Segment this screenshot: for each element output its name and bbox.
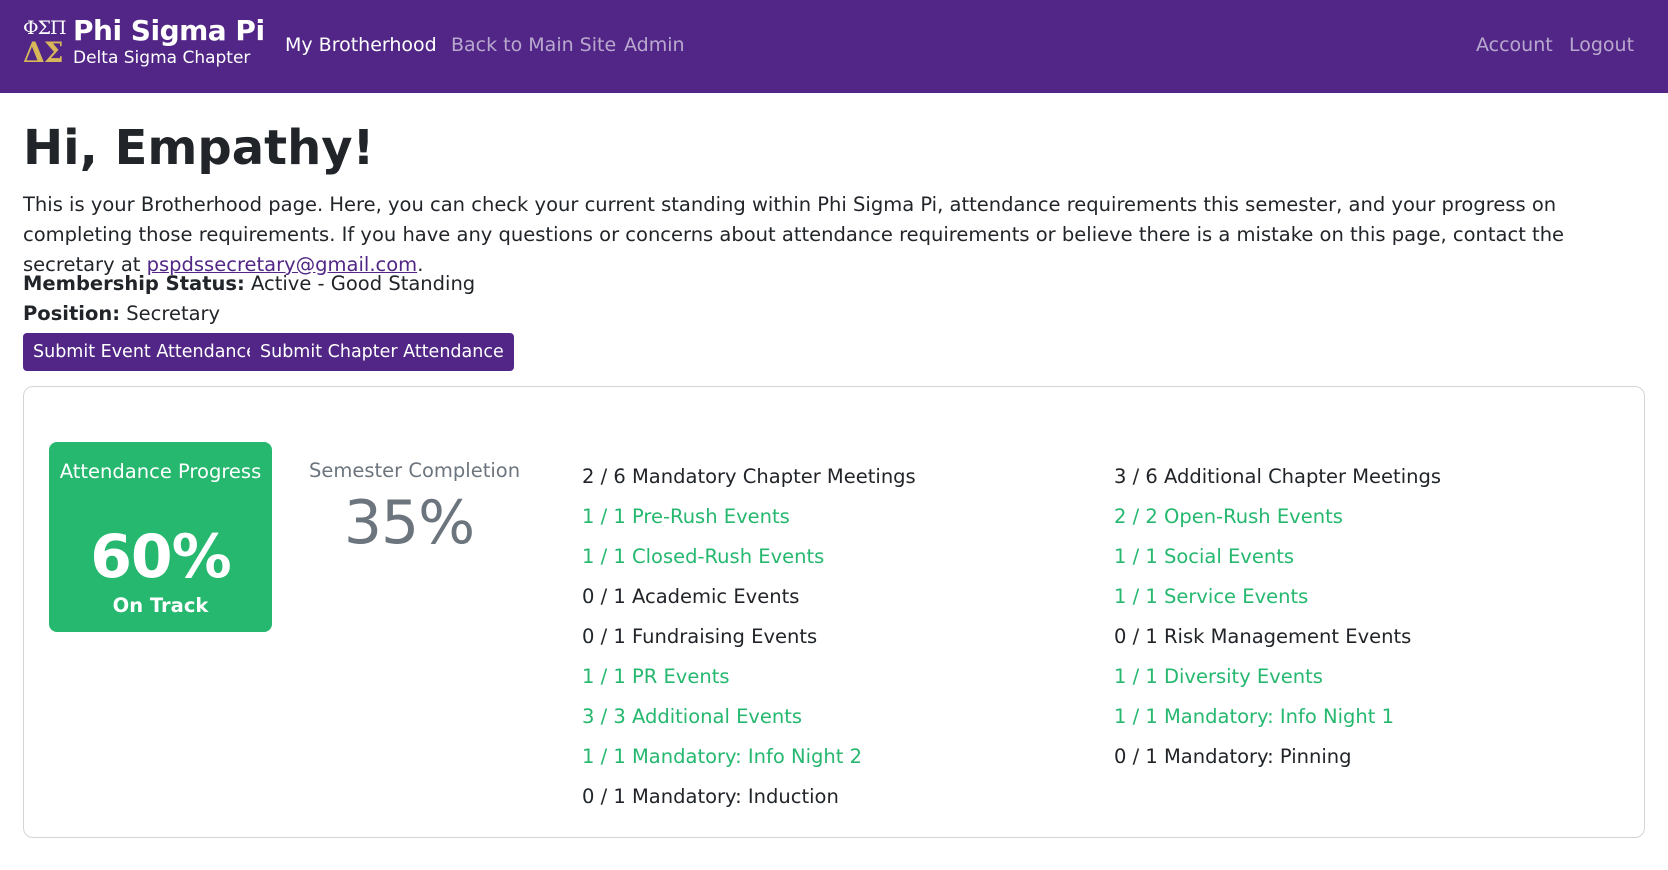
requirement-item: 2 / 2 Open-Rush Events — [1114, 505, 1343, 528]
brand-logo[interactable]: ΦΣΠ ΔΣ Phi Sigma Pi Delta Sigma Chapter — [23, 14, 265, 74]
attendance-progress-label: Attendance Progress — [59, 460, 262, 483]
nav-admin[interactable]: Admin — [624, 34, 685, 56]
submit-event-attendance-button[interactable]: Submit Event Attendance — [23, 333, 267, 371]
attendance-progress-box: Attendance Progress 60% On Track — [49, 442, 272, 632]
membership-status-value: Active - Good Standing — [251, 272, 476, 295]
requirement-item: 0 / 1 Academic Events — [582, 585, 800, 608]
semester-completion-label: Semester Completion — [309, 459, 521, 482]
membership-status-label: Membership Status: — [23, 272, 245, 295]
semester-completion-value: 35% — [343, 488, 475, 558]
attendance-card: Attendance Progress 60% On Track Semeste… — [23, 386, 1645, 838]
page-title: Hi, Empathy! — [23, 120, 375, 176]
requirement-item: 1 / 1 Diversity Events — [1114, 665, 1323, 688]
attendance-progress-value: 60% — [90, 522, 232, 592]
requirement-item: 1 / 1 Service Events — [1114, 585, 1309, 608]
brand-name: Phi Sigma Pi — [73, 14, 265, 47]
requirement-item: 1 / 1 Mandatory: Info Night 1 — [1114, 705, 1395, 728]
position-value: Secretary — [126, 302, 221, 325]
position: Position: Secretary — [23, 302, 220, 325]
semester-completion: Semester Completion 35% — [309, 458, 521, 558]
requirement-item: 1 / 1 Social Events — [1114, 545, 1295, 568]
requirement-item: 1 / 1 Closed-Rush Events — [582, 545, 825, 568]
requirement-item: 3 / 6 Additional Chapter Meetings — [1114, 465, 1442, 488]
nav-logout[interactable]: Logout — [1569, 34, 1634, 56]
nav-account[interactable]: Account — [1476, 34, 1553, 56]
requirement-item: 1 / 1 Mandatory: Info Night 2 — [582, 745, 863, 768]
requirement-item: 0 / 1 Mandatory: Pinning — [1114, 745, 1352, 768]
top-navbar: ΦΣΠ ΔΣ Phi Sigma Pi Delta Sigma Chapter … — [0, 0, 1668, 93]
nav-back-to-main-site[interactable]: Back to Main Site — [451, 34, 616, 56]
requirement-item: 0 / 1 Fundraising Events — [582, 625, 818, 648]
brand-chapter: Delta Sigma Chapter — [73, 48, 251, 68]
requirement-item: 3 / 3 Additional Events — [582, 705, 803, 728]
greek-letters-bottom: ΔΣ — [23, 36, 64, 69]
requirement-item: 1 / 1 Pre-Rush Events — [582, 505, 790, 528]
membership-status: Membership Status: Active - Good Standin… — [23, 272, 475, 295]
requirement-item: 0 / 1 Mandatory: Induction — [582, 785, 839, 808]
submit-chapter-attendance-button[interactable]: Submit Chapter Attendance — [250, 333, 514, 371]
requirement-item: 0 / 1 Risk Management Events — [1114, 625, 1412, 648]
attendance-progress-status: On Track — [112, 594, 209, 617]
requirement-item: 1 / 1 PR Events — [582, 665, 730, 688]
nav-my-brotherhood[interactable]: My Brotherhood — [285, 34, 437, 56]
requirement-item: 2 / 6 Mandatory Chapter Meetings — [582, 465, 916, 488]
intro-paragraph: This is your Brotherhood page. Here, you… — [23, 190, 1645, 280]
position-label: Position: — [23, 302, 121, 325]
